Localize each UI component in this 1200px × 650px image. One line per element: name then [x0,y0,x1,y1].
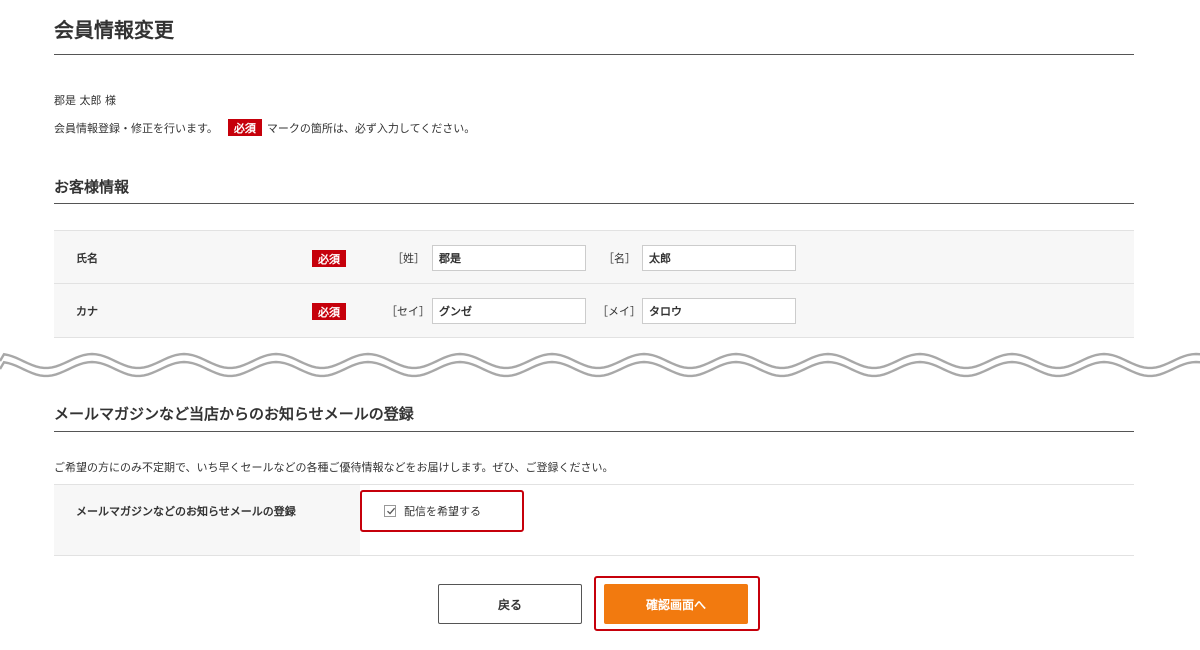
name-row-label: 氏名 [76,252,98,265]
newsletter-checkbox[interactable] [384,505,396,517]
kana-row-label: カナ [76,305,98,318]
mail-registration-heading: メールマガジンなど当店からのお知らせメールの登録 [54,405,414,423]
last-name-input[interactable] [432,245,586,271]
mail-description: ご希望の方にのみ不定期で、いち早くセールなどの各種ご優待情報などをお届けします。… [54,461,614,474]
mail-magazine-label-cell: メールマガジンなどのお知らせメールの登録 [54,485,360,555]
back-button[interactable]: 戻る [438,584,582,624]
page-title: 会員情報変更 [54,18,174,42]
notice-text-before: 会員情報登録・修正を行います。 [54,121,218,135]
newsletter-checkbox-control[interactable]: 配信を希望する [384,503,481,519]
mail-magazine-label: メールマガジンなどのお知らせメールの登録 [76,505,296,518]
kana-row: カナ 必須 ［セイ］ ［メイ］ [54,284,1134,338]
notice-text-after: マークの箇所は、必ず入力してください。 [266,121,476,135]
member-greeting: 郡是 太郎 様 [54,94,116,107]
first-name-kana-label: ［メイ］ [597,305,641,318]
mail-registration-divider [54,431,1134,432]
name-row: 氏名 必須 ［姓］ ［名］ [54,230,1134,284]
newsletter-checkbox-label: 配信を希望する [404,505,481,518]
required-badge: 必須 [227,119,262,136]
kana-required-badge: 必須 [312,303,346,320]
name-required-badge: 必須 [312,250,346,267]
confirm-button[interactable]: 確認画面へ [604,584,748,624]
check-icon [387,507,396,515]
first-name-label: ［名］ [603,252,636,265]
last-name-kana-label: ［セイ］ [386,305,430,318]
last-name-label: ［姓］ [392,252,425,265]
required-notice: 会員情報登録・修正を行います。 必須 マークの箇所は、必ず入力してください。 [54,119,475,136]
title-divider [54,54,1134,55]
last-name-kana-input[interactable] [432,298,586,324]
mail-magazine-row: メールマガジンなどのお知らせメールの登録 [54,484,1134,556]
customer-info-heading: お客様情報 [54,178,130,196]
first-name-input[interactable] [642,245,796,271]
first-name-kana-input[interactable] [642,298,796,324]
customer-info-divider [54,203,1134,204]
section-break-wave [0,352,1200,378]
